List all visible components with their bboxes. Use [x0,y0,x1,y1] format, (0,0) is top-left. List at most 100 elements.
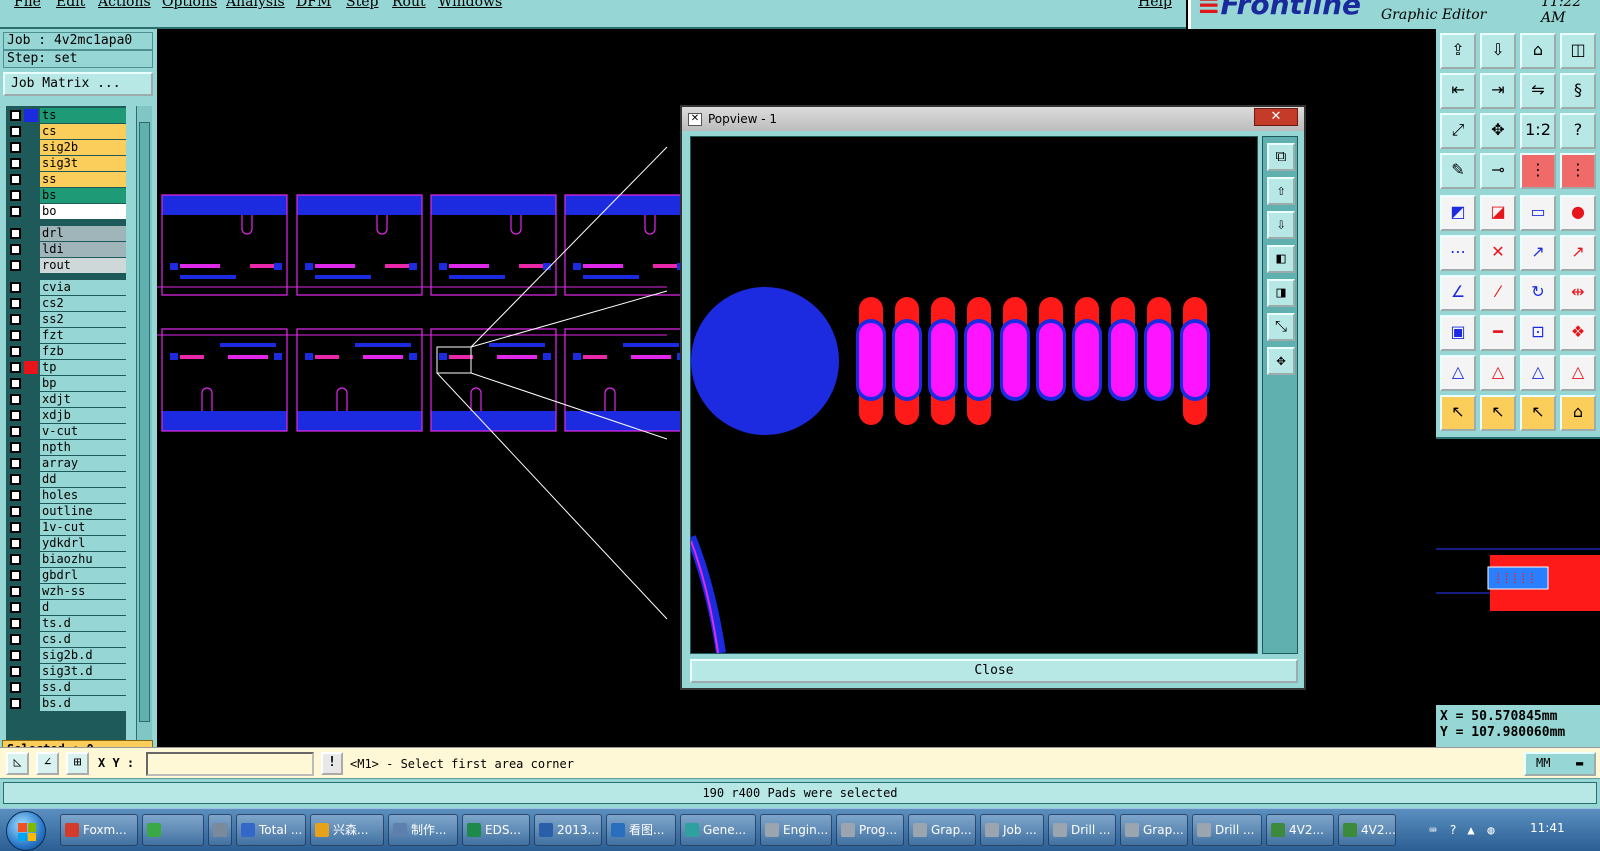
layer-name[interactable]: ss [40,172,126,187]
taskbar-button[interactable]: 兴森... [310,814,384,846]
layer-checkbox[interactable] [10,634,21,645]
layer-row[interactable]: npth [6,440,126,455]
select-box-icon[interactable]: ◩ [1440,195,1476,231]
swap-icon[interactable]: ⇋ [1520,73,1556,109]
resize-icon[interactable]: ⊡ [1520,315,1556,351]
tray-expand-icon[interactable]: ▲ [1464,823,1478,837]
layer-name[interactable]: bp [40,376,126,391]
select-poly-icon[interactable]: ◪ [1480,195,1516,231]
taskbar-button[interactable]: Prog... [836,814,904,846]
help-icon[interactable]: ? [1560,113,1596,149]
layer-checkbox[interactable] [10,586,21,597]
popview-canvas[interactable] [686,136,1258,654]
mirror-icon[interactable]: ⇹ [1560,275,1596,311]
layer-name[interactable]: sig2b [40,140,126,155]
layer-row[interactable]: gbdrl [6,568,126,583]
measure-icon[interactable]: ▭ [1520,195,1556,231]
drc-icon[interactable]: ⋮ [1520,153,1556,189]
layer-row[interactable]: cs [6,124,126,139]
layer-checkbox[interactable] [10,314,21,325]
zoom-out-icon[interactable]: ⤡ [1267,313,1295,341]
taskbar-button[interactable]: 4V2... [1266,814,1334,846]
layer-name[interactable]: cvia [40,280,126,295]
layer-checkbox[interactable] [10,174,21,185]
layer-row[interactable]: xdjb [6,408,126,423]
layer-checkbox[interactable] [10,602,21,613]
layer-row[interactable]: xdjt [6,392,126,407]
scrollbar-thumb[interactable] [139,122,150,722]
layer-row[interactable]: biaozhu [6,552,126,567]
move-up-icon[interactable]: ⇪ [1440,33,1476,69]
xy-input[interactable] [146,752,314,776]
layer-name[interactable]: d [40,600,126,615]
menu-actions[interactable]: Actions [98,0,151,10]
taskbar-button[interactable]: Foxm... [60,814,138,846]
layer-name[interactable]: dd [40,472,126,487]
menu-analysis[interactable]: Analysis [226,0,285,10]
layer-row[interactable]: ss2 [6,312,126,327]
layer-checkbox[interactable] [10,506,21,517]
layer-checkbox[interactable] [10,538,21,549]
menu-help[interactable]: Help [1138,0,1172,10]
layer-checkbox[interactable] [10,522,21,533]
taskbar-button[interactable] [142,814,204,846]
cursor-icon[interactable]: ↖ [1480,395,1516,431]
rotate-icon[interactable]: ↻ [1520,275,1556,311]
layer-name[interactable]: tp [40,360,126,375]
layer-checkbox[interactable] [10,650,21,661]
taskbar-button[interactable] [208,814,232,846]
grid-snap-icon[interactable]: ⊞ [66,752,89,775]
layer-row[interactable]: d [6,600,126,615]
job-matrix-button[interactable]: Job Matrix ... [3,72,153,96]
layer-name[interactable]: bs [40,188,126,203]
delete-icon[interactable]: ✕ [1480,235,1516,271]
window-icon[interactable]: ◫ [1560,33,1596,69]
layer-name[interactable]: holes [40,488,126,503]
layer-name[interactable]: bs.d [40,696,126,711]
layer-row[interactable]: tp [6,360,126,375]
layer-row[interactable]: holes [6,488,126,503]
layer-row[interactable]: array [6,456,126,471]
layer-checkbox[interactable] [10,378,21,389]
taskbar-button[interactable]: 看图... [606,814,676,846]
layer-checkbox[interactable] [10,126,21,137]
layer-name[interactable]: outline [40,504,126,519]
layer-checkbox[interactable] [10,142,21,153]
start-button[interactable] [6,811,46,851]
layer-row[interactable]: ss [6,172,126,187]
layer-checkbox[interactable] [10,190,21,201]
layer-name[interactable]: gbdrl [40,568,126,583]
scale-icon[interactable]: 1:2 [1520,113,1556,149]
layer-name[interactable]: sig3t.d [40,664,126,679]
layer-name[interactable]: ldi [40,242,126,257]
menu-rout[interactable]: Rout [392,0,426,10]
taskbar-button[interactable]: Job ... [980,814,1044,846]
layer-row[interactable]: cvia [6,280,126,295]
layer-name[interactable]: bo [40,204,126,219]
layer-checkbox[interactable] [10,698,21,709]
layer-row[interactable]: ydkdrl [6,536,126,551]
layer-checkbox[interactable] [10,394,21,405]
layer-checkbox[interactable] [10,228,21,239]
copy-icon[interactable]: ↗ [1560,235,1596,271]
layer-name[interactable]: xdjt [40,392,126,407]
layer-list-scrollbar[interactable] [136,106,152,750]
menu-file[interactable]: File [14,0,41,10]
measure-icon[interactable]: ◺ [6,752,29,775]
layer-checkbox[interactable] [10,474,21,485]
help-icon[interactable]: ? [1446,823,1460,837]
layer-name[interactable]: ydkdrl [40,536,126,551]
triangle-icon[interactable]: △ [1520,355,1556,391]
layer-up-icon[interactable]: ⇧ [1267,177,1295,205]
edit-icon[interactable]: ✎ [1440,153,1476,189]
line-icon[interactable]: ⁄ [1480,275,1516,311]
layer-row[interactable]: bp [6,376,126,391]
angle-icon[interactable]: ∠ [1440,275,1476,311]
layer-checkbox[interactable] [10,458,21,469]
layer-row[interactable]: ts [6,108,126,123]
layer-checkbox[interactable] [10,298,21,309]
layer-name[interactable]: sig3t [40,156,126,171]
taskbar-button[interactable]: Gene... [680,814,756,846]
snap-angle-icon[interactable]: ∠ [36,752,59,775]
taskbar-button[interactable]: EDS... [462,814,530,846]
